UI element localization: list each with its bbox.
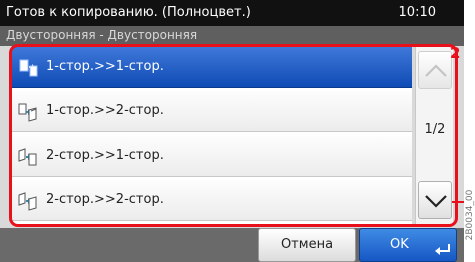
callout-highlight (9, 44, 458, 227)
status-message: Готов к копированию. (Полноцвет.) (6, 5, 251, 20)
figure-code-text: 2B0034_00 (465, 189, 475, 241)
ok-label: OK (390, 237, 409, 252)
figure-code: 2B0034_00 (464, 170, 475, 262)
setting-title: Двусторонняя - Двусторонняя (0, 26, 464, 46)
copier-panel: Готов к копированию. (Полноцвет.) 10:10 … (0, 0, 464, 262)
callout-leader-line (452, 201, 464, 203)
clock: 10:10 (398, 5, 436, 20)
enter-icon (435, 244, 450, 255)
cancel-button[interactable]: Отмена (258, 228, 356, 262)
ok-button[interactable]: OK (359, 228, 457, 262)
callout-number: 2 (450, 44, 461, 62)
status-bar: Готов к копированию. (Полноцвет.) 10:10 (0, 0, 464, 26)
